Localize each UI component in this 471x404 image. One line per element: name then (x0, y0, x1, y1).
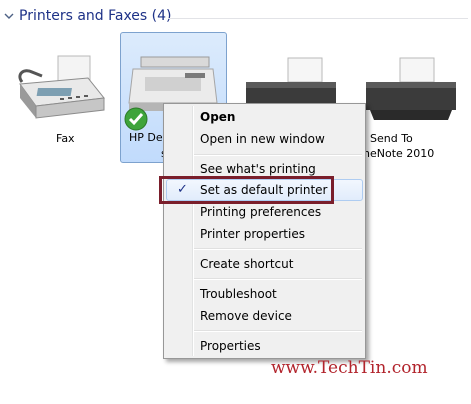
annotation-highlight-box (159, 176, 334, 204)
menu-item-label: Troubleshoot (200, 287, 277, 301)
device-fax[interactable]: Fax (10, 52, 114, 148)
group-header[interactable]: Printers and Faxes (4) (0, 0, 471, 32)
watermark: www.TechTin.com (271, 358, 428, 378)
chevron-down-icon[interactable] (4, 11, 14, 21)
menu-item-label: Properties (200, 339, 261, 353)
menu-separator (194, 154, 362, 156)
menu-item-label: Printer properties (200, 227, 305, 241)
device-label-line2: neNote 2010 (363, 147, 435, 160)
menu-item-properties[interactable]: Properties (166, 335, 363, 357)
menu-separator (194, 248, 362, 250)
menu-item-label: Open in new window (200, 132, 325, 146)
menu-item-printer-properties[interactable]: Printer properties (166, 223, 363, 245)
menu-item-open-new-window[interactable]: Open in new window (166, 128, 363, 150)
device-label: Fax (56, 132, 75, 145)
group-divider (168, 18, 468, 19)
menu-separator (194, 278, 362, 280)
device-send-to-onenote[interactable]: Send To neNote 2010 (360, 52, 468, 162)
menu-item-label: Open (200, 110, 236, 124)
context-menu: Open Open in new window See what's print… (163, 103, 366, 359)
check-icon (124, 107, 148, 131)
group-title: Printers and Faxes (4) (19, 8, 172, 24)
menu-item-create-shortcut[interactable]: Create shortcut (166, 253, 363, 275)
printer-icon (366, 57, 456, 120)
menu-item-label: Printing preferences (200, 205, 322, 219)
device-label: Send To (370, 132, 413, 145)
menu-item-label: Create shortcut (200, 257, 294, 271)
menu-item-remove-device[interactable]: Remove device (166, 305, 363, 327)
menu-separator (194, 330, 362, 332)
menu-item-open[interactable]: Open (166, 106, 363, 128)
menu-item-printing-preferences[interactable]: Printing preferences (166, 201, 363, 223)
menu-item-troubleshoot[interactable]: Troubleshoot (166, 283, 363, 305)
menu-item-label: Remove device (200, 309, 292, 323)
fax-icon (18, 55, 105, 119)
